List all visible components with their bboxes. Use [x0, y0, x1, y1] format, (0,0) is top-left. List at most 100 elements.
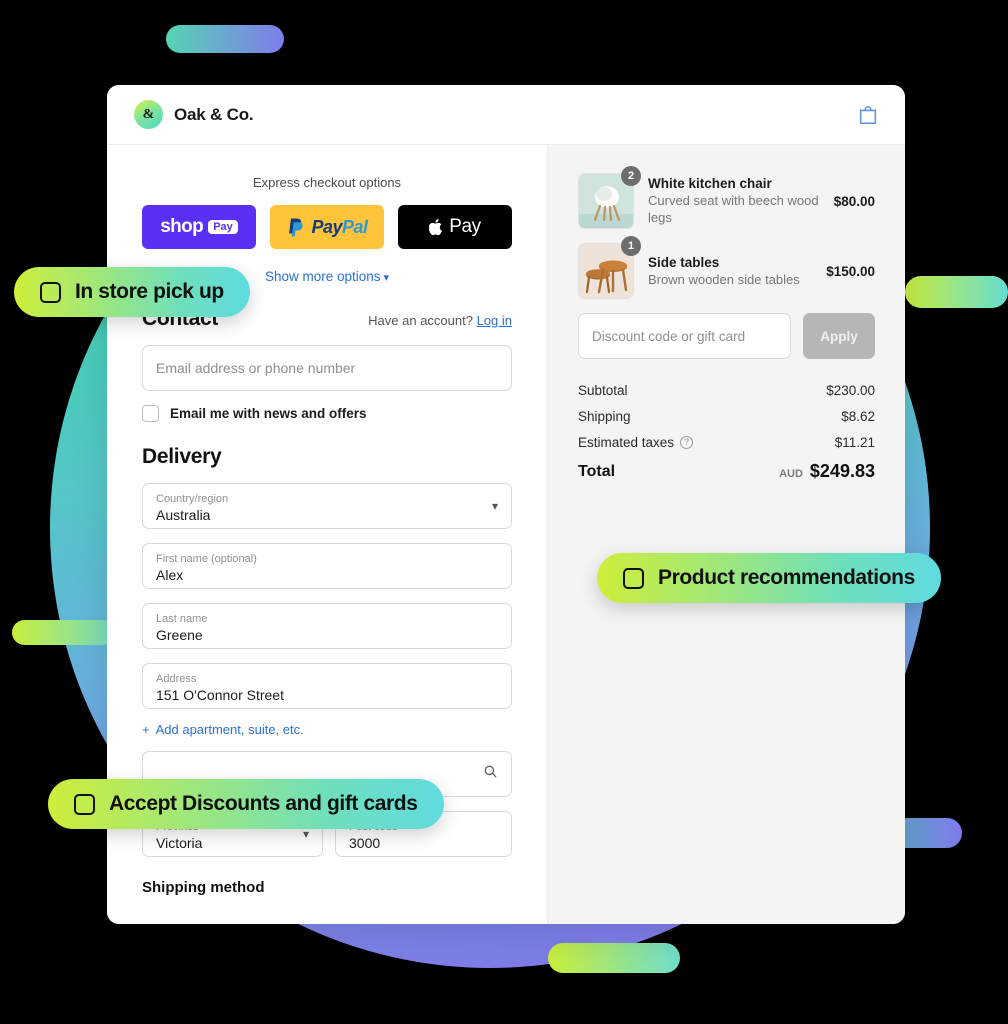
shop-pay-button[interactable]: shop Pay — [142, 205, 256, 249]
product-description: Curved seat with beech wood legs — [648, 193, 819, 225]
checkbox-outline-icon — [623, 567, 644, 589]
address-value: 151 O'Connor Street — [156, 686, 284, 703]
list-item: 1 Side tables Brown wooden side tables $… — [578, 236, 875, 299]
product-description: Brown wooden side tables — [648, 271, 800, 287]
info-icon[interactable]: ? — [680, 436, 694, 449]
country-region-label: Country/region — [156, 492, 229, 505]
callout-accept-discounts[interactable]: Accept Discounts and gift cards — [48, 779, 444, 829]
estimated-taxes-label-wrap: Estimated taxes ? — [578, 435, 694, 450]
first-name-label: First name (optional) — [156, 552, 257, 565]
add-apartment-label: Add apartment, suite, etc. — [155, 722, 304, 737]
account-prompt-label: Have an account? — [368, 313, 473, 328]
checkbox-outline-icon — [74, 793, 95, 815]
discount-row: Discount code or gift card Apply — [578, 313, 875, 359]
address-label: Address — [156, 672, 197, 685]
callout-accept-discounts-label: Accept Discounts and gift cards — [109, 792, 418, 815]
login-link[interactable]: Log in — [477, 313, 512, 328]
decorative-pill-left-middle — [12, 620, 115, 645]
postcode-value: 3000 — [349, 834, 381, 851]
brand-name: Oak & Co. — [174, 104, 254, 124]
currency-code: AUD — [779, 468, 803, 480]
store-header: & Oak & Co. — [107, 85, 905, 145]
first-name-value: Alex — [156, 566, 184, 583]
shipping-value: $8.62 — [841, 409, 875, 424]
brand[interactable]: & Oak & Co. — [134, 100, 254, 129]
address-field[interactable]: Address 151 O'Connor Street — [142, 663, 512, 709]
grand-total-amount: $249.83 — [809, 461, 875, 481]
checkbox-outline-icon — [40, 281, 61, 303]
estimated-taxes-label: Estimated taxes — [578, 435, 675, 450]
callout-product-recommendations-label: Product recommendations — [658, 566, 915, 589]
product-price: $80.00 — [833, 193, 875, 209]
shop-pay-wordmark: shop — [160, 216, 204, 237]
express-payment-buttons: shop Pay Pay Pal Pay — [142, 205, 512, 249]
chevron-down-icon: ▾ — [491, 499, 498, 513]
subtotal-row: Subtotal $230.00 — [578, 383, 875, 398]
shopping-bag-icon[interactable] — [857, 104, 879, 126]
shop-pay-chip: Pay — [208, 220, 238, 234]
paypal-wordmark-pal: Pal — [342, 216, 368, 237]
screenshot-root: & Oak & Co. Express checkout options sho… — [0, 0, 1008, 1024]
callout-in-store-pickup[interactable]: In store pick up — [14, 267, 250, 317]
discount-code-placeholder: Discount code or gift card — [592, 328, 746, 344]
product-info: White kitchen chair Curved seat with bee… — [648, 176, 820, 226]
account-prompt: Have an account? Log in — [368, 313, 512, 328]
callout-in-store-pickup-label: In store pick up — [75, 280, 224, 303]
product-thumb-wrap: 2 — [578, 166, 641, 229]
newsletter-checkbox[interactable] — [142, 405, 159, 422]
decorative-pill-top — [166, 25, 284, 53]
apple-pay-wordmark: Pay — [449, 216, 481, 237]
plus-icon: + — [142, 722, 150, 737]
quantity-badge: 1 — [621, 236, 641, 256]
chevron-down-icon: ▾ — [383, 272, 390, 284]
quantity-badge: 2 — [621, 166, 641, 186]
delivery-title: Delivery — [142, 445, 222, 468]
first-name-field[interactable]: First name (optional) Alex — [142, 543, 512, 589]
paypal-logo-icon — [289, 218, 304, 236]
apple-logo-icon — [429, 218, 443, 236]
subtotal-value: $230.00 — [826, 383, 875, 398]
product-info: Side tables Brown wooden side tables — [648, 255, 812, 288]
last-name-field[interactable]: Last name Greene — [142, 603, 512, 649]
list-item: 2 White kitchen chair Curved seat with b… — [578, 166, 875, 229]
last-name-value: Greene — [156, 626, 203, 643]
decorative-pill-right-top — [905, 276, 1008, 308]
paypal-wordmark-pay: Pay — [311, 216, 342, 237]
paypal-button[interactable]: Pay Pal — [270, 205, 384, 249]
discount-code-input[interactable]: Discount code or gift card — [578, 313, 791, 359]
last-name-label: Last name — [156, 612, 208, 625]
brand-logo-avatar: & — [134, 100, 163, 129]
shipping-row: Shipping $8.62 — [578, 409, 875, 424]
grand-total-label: Total — [578, 462, 616, 480]
add-apartment-link[interactable]: + Add apartment, suite, etc. — [142, 722, 512, 737]
grand-total-row: Total AUD $249.83 — [578, 461, 875, 482]
country-region-field[interactable]: Country/region Australia ▾ — [142, 483, 512, 529]
shipping-method-title: Shipping method — [142, 879, 265, 896]
estimated-taxes-value: $11.21 — [834, 435, 875, 450]
product-price: $150.00 — [826, 263, 875, 279]
shipping-label: Shipping — [578, 409, 631, 424]
product-title: Side tables — [648, 254, 720, 270]
chevron-down-icon: ▾ — [302, 827, 309, 841]
search-icon — [483, 764, 498, 784]
totals-list: Subtotal $230.00 Shipping $8.62 Estimate… — [578, 383, 875, 482]
show-more-options-label: Show more options — [264, 269, 381, 284]
newsletter-label: Email me with news and offers — [170, 406, 367, 421]
order-summary-column: 2 White kitchen chair Curved seat with b… — [548, 145, 905, 924]
product-thumb-wrap: 1 — [578, 236, 641, 299]
province-value: Victoria — [156, 834, 203, 851]
product-title: White kitchen chair — [648, 176, 772, 191]
apple-pay-button[interactable]: Pay — [398, 205, 512, 249]
express-checkout-label: Express checkout options — [252, 175, 402, 190]
email-field[interactable]: Email address or phone number — [142, 345, 512, 391]
grand-total-value: AUD $249.83 — [779, 461, 875, 482]
delivery-section-header: Delivery — [142, 445, 512, 469]
email-field-placeholder: Email address or phone number — [156, 360, 356, 376]
estimated-taxes-row: Estimated taxes ? $11.21 — [578, 435, 875, 450]
country-region-value: Australia — [156, 506, 211, 523]
newsletter-checkbox-row[interactable]: Email me with news and offers — [142, 405, 512, 422]
callout-product-recommendations[interactable]: Product recommendations — [597, 553, 941, 603]
decorative-pill-bottom — [548, 943, 680, 973]
subtotal-label: Subtotal — [578, 383, 628, 398]
apply-discount-button[interactable]: Apply — [803, 313, 875, 359]
